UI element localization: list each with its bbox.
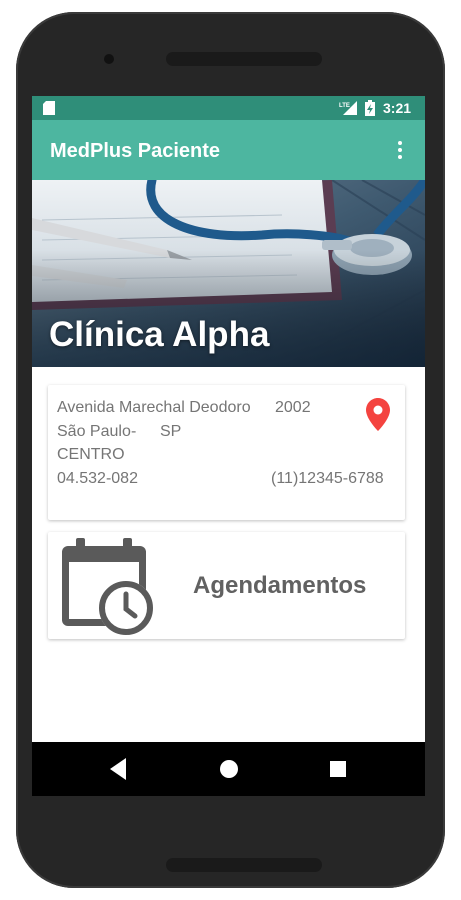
top-speaker (166, 52, 322, 66)
status-time: 3:21 (383, 100, 412, 116)
app-bar: MedPlus Paciente (32, 120, 425, 180)
status-bar: LTE 3:21 (32, 96, 425, 120)
appointments-label: Agendamentos (193, 572, 367, 599)
battery-charging-icon (365, 100, 375, 116)
map-pin-icon[interactable] (366, 398, 390, 431)
address-state: SP (160, 423, 182, 440)
system-nav-bar (32, 742, 425, 796)
front-camera (104, 54, 114, 64)
clinic-hero-image: Clínica Alpha (32, 180, 425, 367)
screen: LTE 3:21 MedPlus Paciente Clínica Alpha … (32, 96, 425, 796)
bottom-speaker (166, 858, 322, 872)
lte-signal-icon: LTE (339, 101, 357, 115)
clinic-name: Clínica Alpha (49, 315, 270, 354)
calendar-clock-icon (62, 538, 153, 635)
address-zip: 04.532-082 (57, 470, 138, 487)
more-vert-icon[interactable] (392, 138, 408, 162)
address-city: São Paulo (57, 423, 131, 440)
address-district: CENTRO (57, 446, 125, 463)
clinic-phone[interactable]: (11)12345-6788 (271, 469, 384, 489)
app-title: MedPlus Paciente (50, 140, 221, 162)
address-number: 2002 (275, 399, 311, 416)
back-icon[interactable] (110, 758, 126, 780)
home-icon[interactable] (220, 760, 238, 778)
sd-card-icon (43, 101, 55, 115)
appointments-card[interactable]: Agendamentos (48, 532, 405, 639)
recents-icon[interactable] (330, 761, 346, 777)
address-card[interactable]: Avenida Marechal Deodoro 2002 São Paulo … (48, 385, 405, 520)
lte-label: LTE (339, 103, 350, 109)
address-street: Avenida Marechal Deodoro (57, 399, 251, 416)
address-separator: - (131, 423, 137, 440)
